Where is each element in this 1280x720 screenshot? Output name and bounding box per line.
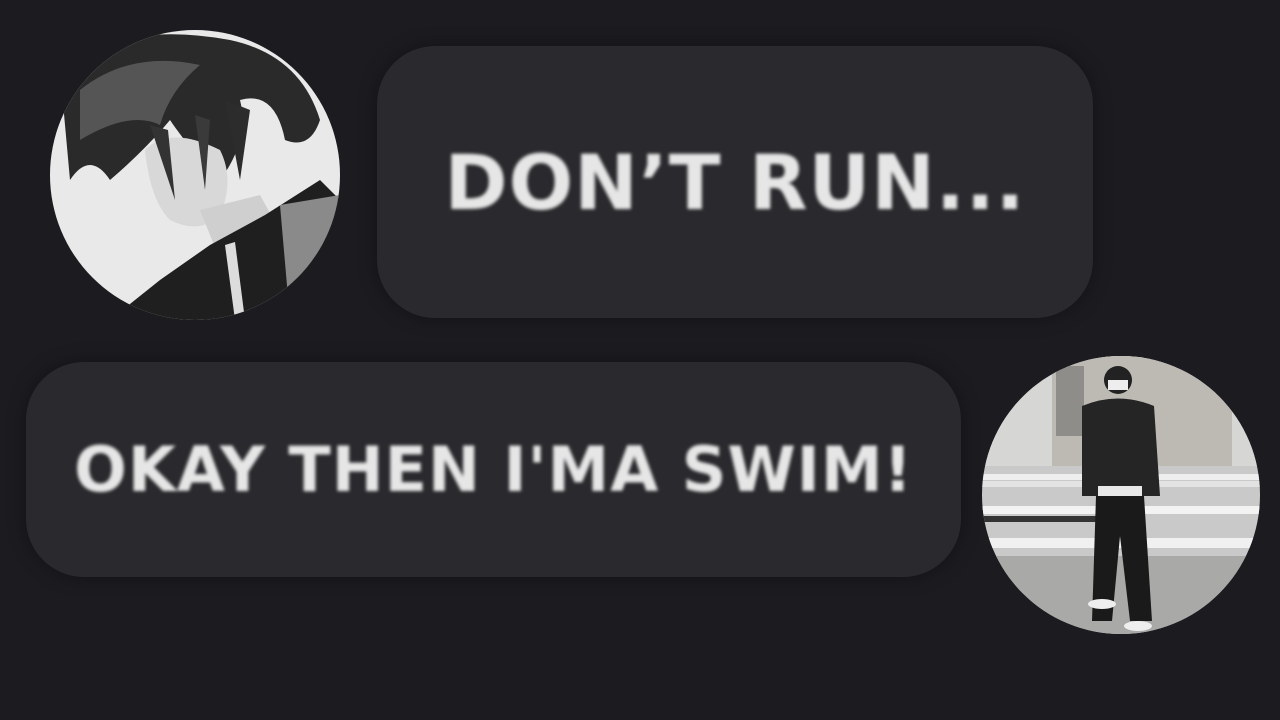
message-bubble-right: OKAY THEN I'MA SWIM! xyxy=(26,362,961,577)
message-text: OKAY THEN I'MA SWIM! xyxy=(74,433,913,506)
street-photo-avatar-image xyxy=(982,356,1260,634)
chat-screen: DON’T RUN... OKAY THEN I'MA SWIM! xyxy=(0,0,1280,720)
sender-avatar-right[interactable] xyxy=(982,356,1260,634)
message-text: DON’T RUN... xyxy=(444,137,1026,227)
sender-avatar-left[interactable] xyxy=(50,30,340,320)
anime-boy-avatar-image xyxy=(50,30,340,320)
message-bubble-left: DON’T RUN... xyxy=(377,46,1093,318)
